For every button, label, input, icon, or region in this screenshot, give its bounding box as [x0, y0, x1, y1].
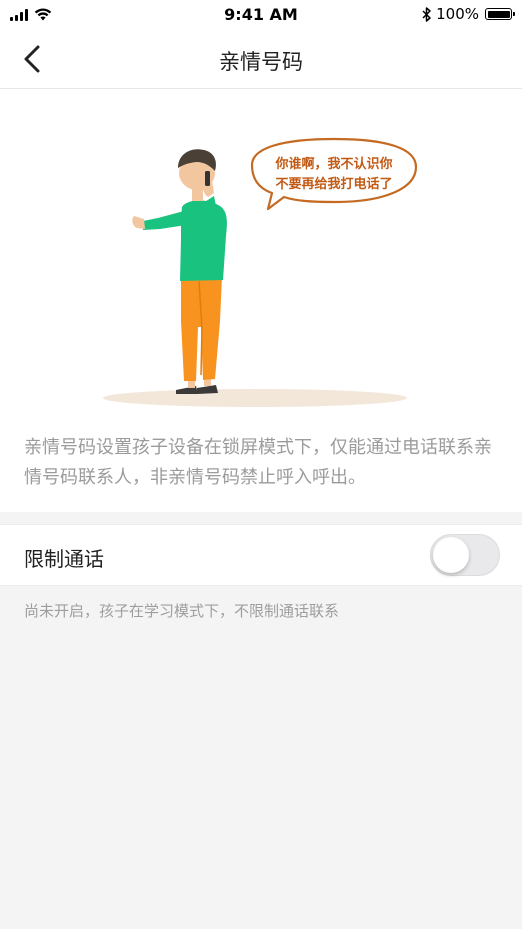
restrict-call-hint: 尚未开启，孩子在学习模式下，不限制通话联系: [24, 602, 340, 620]
battery-percentage: 100%: [436, 5, 479, 23]
person-figure: [132, 149, 227, 394]
speech-bubble: 你谁啊，我不认识你 不要再给我打电话了: [250, 137, 418, 211]
intro-card: 你谁啊，我不认识你 不要再给我打电话了 亲情号码设置孩子设备在锁屏模式下，仅能通…: [0, 89, 522, 512]
status-bar: 9:41 AM 100%: [0, 0, 522, 30]
status-right: 100%: [422, 5, 515, 23]
speech-line-1: 你谁啊，我不认识你: [274, 156, 392, 172]
navigation-bar: 亲情号码: [0, 30, 522, 89]
toggle-knob: [433, 537, 469, 573]
ground-shadow: [103, 389, 407, 407]
speech-line-2: 不要再给我打电话了: [275, 176, 392, 192]
phone-call-illustration: 你谁啊，我不认识你 不要再给我打电话了: [103, 137, 418, 407]
page-title: 亲情号码: [219, 50, 303, 74]
restrict-call-label: 限制通话: [24, 547, 104, 571]
restrict-call-toggle[interactable]: [430, 534, 500, 576]
bluetooth-icon: [422, 6, 431, 22]
restrict-call-row: 限制通话: [0, 524, 522, 586]
battery-icon: [485, 8, 515, 20]
intro-description: 亲情号码设置孩子设备在锁屏模式下，仅能通过电话联系亲情号码联系人，非亲情号码禁止…: [24, 437, 492, 488]
